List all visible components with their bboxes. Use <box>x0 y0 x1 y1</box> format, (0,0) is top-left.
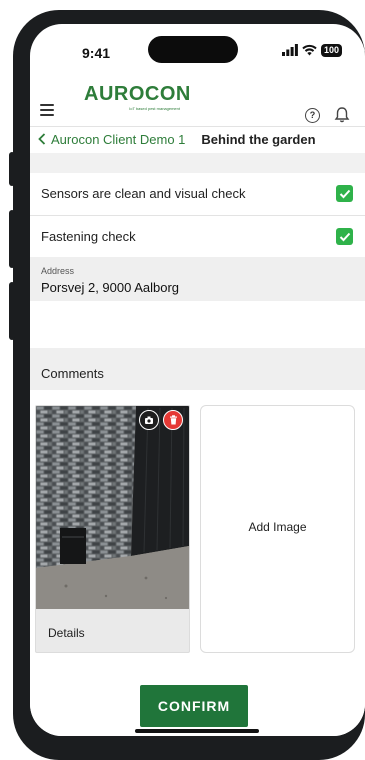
breadcrumb-parent: Aurocon Client Demo 1 <box>51 131 186 147</box>
add-image-label: Add Image <box>248 520 307 534</box>
status-bar: 9:41 100 <box>30 24 365 80</box>
breadcrumb-back-link[interactable]: Aurocon Client Demo 1 <box>38 132 185 147</box>
address-label: Address <box>41 266 75 276</box>
address-field: Address Porsvej 2, 9000 Aalborg <box>30 257 365 301</box>
photo-card[interactable]: Details <box>35 405 190 653</box>
status-time: 9:41 <box>82 45 111 61</box>
comments-field[interactable]: Comments <box>30 348 365 390</box>
app-screen: 9:41 100 AUROCON IoT based pest manageme… <box>30 24 365 736</box>
delete-photo-icon[interactable] <box>163 410 183 430</box>
chevron-left-icon <box>38 133 46 145</box>
volume-up-button <box>9 210 15 268</box>
logo-tagline: IoT based pest management <box>129 106 180 111</box>
checkmark-icon <box>339 232 350 241</box>
check-label: Sensors are clean and visual check <box>41 186 246 201</box>
footer: CONFIRM <box>30 661 365 736</box>
edit-photo-icon[interactable] <box>139 410 159 430</box>
wifi-icon <box>302 44 317 56</box>
menu-icon[interactable] <box>40 104 54 116</box>
home-indicator <box>135 729 259 733</box>
breadcrumb: Aurocon Client Demo 1 Behind the garden <box>30 126 365 152</box>
section-gap <box>30 153 365 173</box>
logo-text: AUROCON <box>84 83 191 105</box>
battery-icon: 100 <box>321 43 343 57</box>
checkbox-sensors[interactable] <box>336 185 353 202</box>
check-row-sensors[interactable]: Sensors are clean and visual check <box>30 173 365 214</box>
confirm-button[interactable]: CONFIRM <box>140 685 248 727</box>
signal-icon <box>282 44 298 56</box>
checkbox-fastening[interactable] <box>336 228 353 245</box>
sensor-photo <box>36 406 189 609</box>
aurocon-logo: AUROCON IoT based pest management <box>84 82 191 111</box>
check-label: Fastening check <box>41 229 136 244</box>
notification-bell-icon[interactable] <box>334 106 350 124</box>
volume-down-button <box>9 282 15 340</box>
photo-details-label: Details <box>48 626 85 640</box>
image-gallery: Details Add Image <box>30 391 365 661</box>
trash-icon <box>169 415 177 425</box>
blank-field <box>30 302 365 347</box>
breadcrumb-current: Behind the garden <box>201 131 316 147</box>
checkmark-icon <box>339 189 350 198</box>
silent-switch <box>9 152 15 186</box>
dynamic-island <box>148 36 238 63</box>
address-value: Porsvej 2, 9000 Aalborg <box>41 280 180 295</box>
add-image-button[interactable]: Add Image <box>200 405 355 653</box>
system-icons: 100 <box>282 43 343 57</box>
comments-label: Comments <box>41 366 104 381</box>
camera-icon <box>145 416 153 424</box>
help-icon[interactable]: ? <box>305 108 320 123</box>
check-row-fastening[interactable]: Fastening check <box>30 216 365 257</box>
app-header: AUROCON IoT based pest management ? <box>30 80 365 126</box>
